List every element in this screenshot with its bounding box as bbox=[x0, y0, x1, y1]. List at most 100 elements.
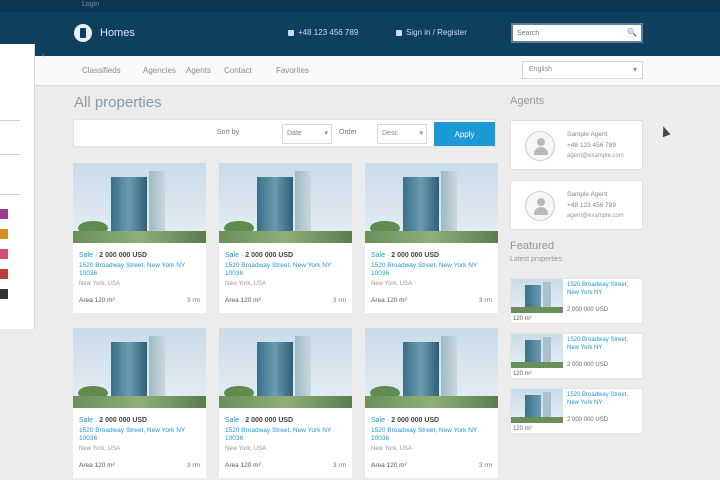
agent-card[interactable]: Sample Agent +48 123 456 789 agent@examp… bbox=[510, 180, 643, 230]
nav-item-classifieds[interactable]: Classifieds bbox=[82, 66, 121, 75]
property-card[interactable]: Sale · 2 000 000 USD 1520 Broadway Street… bbox=[73, 163, 206, 313]
property-card[interactable]: Sale · 2 000 000 USD 1520 Broadway Street… bbox=[365, 163, 498, 313]
property-area: Area 120 m² bbox=[371, 297, 407, 304]
featured-thumbnail[interactable] bbox=[511, 389, 563, 423]
building-shape bbox=[295, 336, 311, 404]
property-address-link[interactable]: 1520 Broadway Street, New York NY 10036 bbox=[79, 427, 201, 443]
sort-select[interactable]: Date ▾ bbox=[282, 124, 332, 144]
sale-tag[interactable]: Sale bbox=[225, 417, 239, 424]
featured-title-link[interactable]: 1520 Broadway Street, New York NY bbox=[567, 282, 641, 297]
property-price: 2 000 000 USD bbox=[245, 252, 294, 259]
building-shape bbox=[257, 177, 293, 239]
property-card[interactable]: Sale · 2 000 000 USD 1520 Broadway Street… bbox=[365, 328, 498, 478]
search-input[interactable] bbox=[513, 25, 623, 41]
property-price: 2 000 000 USD bbox=[245, 417, 294, 424]
featured-size: 120 m² bbox=[513, 426, 532, 432]
property-photo[interactable] bbox=[219, 328, 352, 408]
color-swatch[interactable] bbox=[0, 229, 8, 239]
property-area: Area 120 m² bbox=[225, 297, 261, 304]
property-rooms: 3 rm bbox=[187, 297, 200, 304]
search-icon[interactable]: 🔍 bbox=[627, 28, 637, 37]
header-search: 🔍 bbox=[511, 23, 643, 43]
featured-subtitle: Latest properties bbox=[510, 256, 563, 263]
featured-item[interactable]: 1520 Broadway Street, New York NY 2 000 0… bbox=[510, 333, 643, 379]
panel-close-icon[interactable]: ‹ bbox=[42, 50, 45, 59]
logo-icon[interactable] bbox=[74, 24, 92, 42]
agent-phone: +48 123 456 789 bbox=[567, 142, 616, 149]
property-address-link[interactable]: 1520 Broadway Street, New York NY 10036 bbox=[371, 427, 493, 443]
sale-tag[interactable]: Sale bbox=[79, 252, 93, 259]
avatar-icon bbox=[525, 131, 555, 161]
user-icon bbox=[396, 29, 402, 36]
sort-label: Sort by bbox=[217, 129, 240, 136]
agent-email[interactable]: agent@example.com bbox=[567, 153, 624, 159]
featured-item[interactable]: 1520 Broadway Street, New York NY 2 000 0… bbox=[510, 278, 643, 324]
property-area: Area 120 m² bbox=[371, 462, 407, 469]
language-select[interactable]: English ▾ bbox=[522, 61, 643, 79]
brand-name[interactable]: Homes bbox=[100, 27, 135, 39]
apply-filter-button[interactable]: Apply bbox=[434, 122, 495, 146]
property-location: New York, USA bbox=[79, 281, 121, 287]
property-location: New York, USA bbox=[371, 446, 413, 452]
avatar-icon bbox=[525, 191, 555, 221]
property-address-link[interactable]: 1520 Broadway Street, New York NY 10036 bbox=[225, 427, 347, 443]
building-shape bbox=[441, 171, 457, 239]
building-shape bbox=[257, 342, 293, 404]
featured-title-link[interactable]: 1520 Broadway Street, New York NY bbox=[567, 337, 641, 352]
property-price: 2 000 000 USD bbox=[99, 417, 148, 424]
property-price-line: Sale · 2 000 000 USD bbox=[371, 252, 440, 259]
phone-link[interactable]: +48 123 456 789 bbox=[288, 28, 358, 37]
page-title: All properties bbox=[74, 94, 162, 111]
sale-tag[interactable]: Sale bbox=[225, 252, 239, 259]
color-swatch[interactable] bbox=[0, 269, 8, 279]
property-address-link[interactable]: 1520 Broadway Street, New York NY 10036 bbox=[225, 262, 347, 278]
signin-label: Sign in / Register bbox=[406, 28, 467, 37]
property-address-link[interactable]: 1520 Broadway Street, New York NY 10036 bbox=[79, 262, 201, 278]
agent-email[interactable]: agent@example.com bbox=[567, 213, 624, 219]
side-divider bbox=[0, 120, 20, 121]
property-area: Area 120 m² bbox=[225, 462, 261, 469]
featured-item[interactable]: 1520 Broadway Street, New York NY 2 000 0… bbox=[510, 388, 643, 434]
ground-shape bbox=[365, 396, 498, 408]
property-card[interactable]: Sale · 2 000 000 USD 1520 Broadway Street… bbox=[73, 328, 206, 478]
sale-tag[interactable]: Sale bbox=[371, 252, 385, 259]
property-photo[interactable] bbox=[73, 163, 206, 243]
property-location: New York, USA bbox=[371, 281, 413, 287]
agent-card[interactable]: Sample Agent +48 123 456 789 agent@examp… bbox=[510, 120, 643, 170]
nav-item-contact[interactable]: Contact bbox=[224, 66, 252, 75]
property-location: New York, USA bbox=[225, 281, 267, 287]
featured-thumbnail[interactable] bbox=[511, 279, 563, 313]
property-rooms: 3 rm bbox=[333, 462, 346, 469]
nav-item-favorites[interactable]: Favorites bbox=[276, 66, 309, 75]
header: Homes +48 123 456 789 Sign in / Register… bbox=[0, 12, 720, 56]
property-card[interactable]: Sale · 2 000 000 USD 1520 Broadway Street… bbox=[219, 328, 352, 478]
sale-tag[interactable]: Sale bbox=[371, 417, 385, 424]
order-select[interactable]: Desc ▾ bbox=[377, 124, 427, 144]
signin-link[interactable]: Sign in / Register bbox=[396, 28, 467, 37]
property-photo[interactable] bbox=[365, 328, 498, 408]
property-photo[interactable] bbox=[365, 163, 498, 243]
top-login-link[interactable]: Login bbox=[82, 1, 99, 8]
order-value: Desc bbox=[382, 130, 398, 137]
property-price-line: Sale · 2 000 000 USD bbox=[79, 417, 148, 424]
color-swatch[interactable] bbox=[0, 249, 8, 259]
language-value: English bbox=[529, 66, 552, 73]
chevron-down-icon: ▾ bbox=[632, 65, 637, 74]
color-swatch[interactable] bbox=[0, 289, 8, 299]
ground-shape bbox=[219, 396, 352, 408]
nav-item-agencies[interactable]: Agencies bbox=[143, 66, 176, 75]
property-rooms: 3 rm bbox=[479, 297, 492, 304]
property-rooms: 3 rm bbox=[479, 462, 492, 469]
agents-title: Agents bbox=[510, 95, 545, 107]
featured-thumbnail[interactable] bbox=[511, 334, 563, 368]
nav-item-agents[interactable]: Agents bbox=[186, 66, 211, 75]
property-photo[interactable] bbox=[73, 328, 206, 408]
sale-tag[interactable]: Sale bbox=[79, 417, 93, 424]
property-photo[interactable] bbox=[219, 163, 352, 243]
property-address-link[interactable]: 1520 Broadway Street, New York NY 10036 bbox=[371, 262, 493, 278]
color-swatch[interactable] bbox=[0, 209, 8, 219]
featured-title-link[interactable]: 1520 Broadway Street, New York NY bbox=[567, 392, 641, 407]
building-shape bbox=[111, 342, 147, 404]
chevron-down-icon: ▾ bbox=[324, 130, 328, 137]
property-card[interactable]: Sale · 2 000 000 USD 1520 Broadway Street… bbox=[219, 163, 352, 313]
